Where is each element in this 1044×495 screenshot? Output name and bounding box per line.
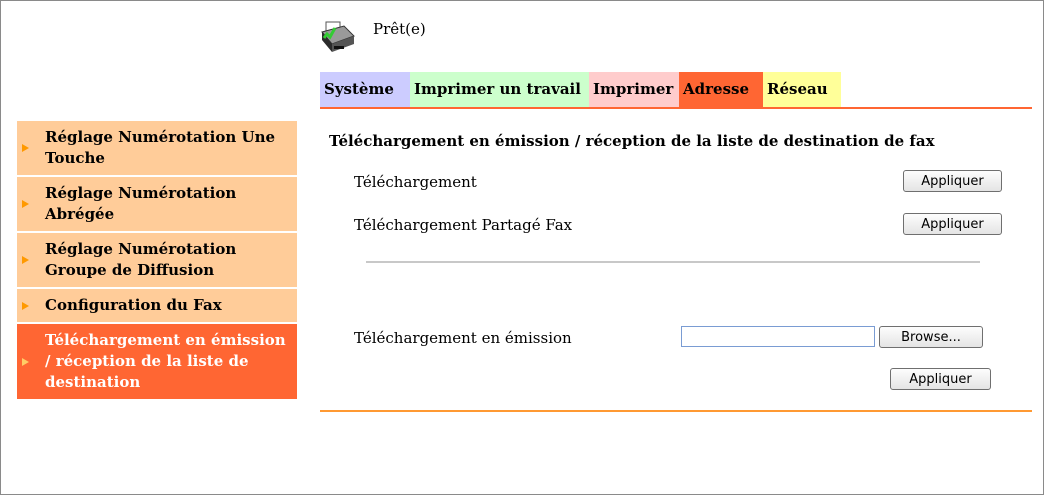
apply-shared-download-button[interactable]: Appliquer bbox=[903, 213, 1002, 235]
tab-imprimer-un-travail[interactable]: Imprimer un travail bbox=[410, 72, 589, 107]
page-title: Téléchargement en émission / réception d… bbox=[329, 132, 935, 150]
sidebar-item-configuration-fax[interactable]: Configuration du Fax bbox=[17, 289, 297, 324]
sidebar-item-label: Configuration du Fax bbox=[45, 296, 222, 314]
printer-icon bbox=[321, 21, 355, 52]
sidebar-item-groupe-diffusion[interactable]: Réglage Numérotation Groupe de Diffusion bbox=[17, 233, 297, 289]
arrow-right-icon bbox=[22, 301, 29, 310]
arrow-right-icon bbox=[22, 144, 29, 152]
file-path-input[interactable] bbox=[681, 326, 875, 347]
status-text: Prêt(e) bbox=[373, 20, 426, 38]
upload-label: Téléchargement en émission bbox=[354, 329, 572, 347]
download-label: Téléchargement bbox=[354, 173, 477, 191]
section-divider bbox=[366, 261, 980, 263]
sidebar-item-telechargement-liste[interactable]: Téléchargement en émission / réception d… bbox=[17, 324, 297, 401]
sidebar-item-label: Réglage Numérotation Une Touche bbox=[45, 128, 276, 167]
sidebar: Réglage Numérotation Une Touche Réglage … bbox=[17, 121, 297, 401]
sidebar-item-label: Téléchargement en émission / réception d… bbox=[45, 331, 286, 391]
tab-imprimer[interactable]: Imprimer bbox=[589, 72, 679, 107]
sidebar-item-label: Réglage Numérotation Groupe de Diffusion bbox=[45, 240, 237, 279]
tab-reseau[interactable]: Réseau bbox=[763, 72, 841, 107]
arrow-right-icon bbox=[22, 200, 29, 208]
arrow-right-icon bbox=[22, 357, 29, 366]
tab-bar: Système Imprimer un travail Imprimer Adr… bbox=[320, 72, 841, 107]
arrow-right-icon bbox=[22, 256, 29, 264]
shared-download-label: Téléchargement Partagé Fax bbox=[354, 216, 573, 234]
apply-download-button[interactable]: Appliquer bbox=[903, 170, 1002, 192]
sidebar-item-une-touche[interactable]: Réglage Numérotation Une Touche bbox=[17, 121, 297, 177]
browse-button[interactable]: Browse... bbox=[879, 326, 983, 348]
tab-adresse[interactable]: Adresse bbox=[679, 72, 763, 107]
apply-upload-button[interactable]: Appliquer bbox=[890, 368, 991, 390]
sidebar-item-label: Réglage Numérotation Abrégée bbox=[45, 184, 237, 223]
footer-line bbox=[320, 410, 1032, 412]
tab-systeme[interactable]: Système bbox=[320, 72, 410, 107]
sidebar-item-abregee[interactable]: Réglage Numérotation Abrégée bbox=[17, 177, 297, 233]
tab-underline bbox=[320, 107, 1032, 109]
